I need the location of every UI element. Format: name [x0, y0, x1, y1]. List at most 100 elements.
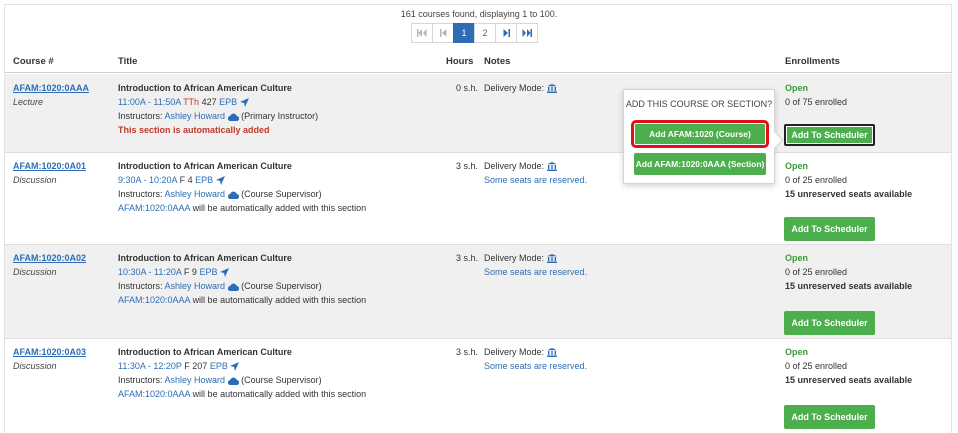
course-title: Introduction to African American Culture	[118, 347, 292, 357]
instructor-link[interactable]: Ashley Howard	[165, 189, 226, 199]
institution-icon[interactable]	[546, 162, 557, 171]
location-arrow-icon[interactable]	[215, 176, 225, 185]
instructor-role: (Primary Instructor)	[241, 111, 319, 121]
location-arrow-icon[interactable]	[230, 362, 240, 371]
enrollment-status: Open	[785, 161, 809, 171]
room-number: 427	[201, 97, 217, 107]
add-to-scheduler-button[interactable]: Add To Scheduler	[784, 217, 875, 241]
first-page-icon	[417, 29, 427, 37]
header-hours: Hours	[446, 56, 474, 67]
add-to-scheduler-button[interactable]: Add To Scheduler	[784, 405, 875, 429]
enrollment-status: Open	[785, 253, 809, 263]
cloud-icon[interactable]	[227, 191, 239, 199]
add-course-popover: ADD THIS COURSE OR SECTION? Add AFAM:102…	[623, 89, 784, 184]
meeting-days: F	[183, 267, 190, 277]
auto-added-note: This section is automatically added	[118, 125, 270, 135]
meeting-time: 10:30A - 11:20A F 9 EPB	[118, 265, 366, 279]
location-arrow-icon[interactable]	[219, 268, 229, 277]
instructors-label: Instructors:	[118, 189, 163, 199]
unreserved-seats: 15 unreserved seats available	[785, 375, 913, 385]
header-notes: Notes	[484, 56, 511, 67]
time-range: 9:30A - 10:20A	[118, 175, 178, 185]
meeting-time: 9:30A - 10:20A F 4 EPB	[118, 173, 366, 187]
building-link[interactable]: EPB	[199, 267, 217, 277]
last-page-icon	[522, 29, 532, 37]
instructors-label: Instructors:	[118, 111, 163, 121]
instructor-role: (Course Supervisor)	[241, 281, 322, 291]
enrolled-count: 0 of 25 enrolled	[785, 361, 848, 371]
prev-page-button[interactable]	[432, 23, 454, 43]
linked-note-text: will be automatically added with this se…	[192, 389, 367, 399]
reserved-seats-link[interactable]: Some seats are reserved.	[484, 265, 587, 279]
last-page-button[interactable]	[516, 23, 538, 43]
enrollment-status: Open	[785, 347, 809, 357]
add-course-button[interactable]: Add AFAM:1020 (Course)	[631, 120, 769, 148]
linked-section-link[interactable]: AFAM:1020:0AAA	[118, 203, 190, 213]
linked-section-note: AFAM:1020:0AAA will be automatically add…	[118, 387, 366, 401]
course-title: Introduction to African American Culture	[118, 253, 292, 263]
pagination: 1 2	[411, 23, 538, 43]
enrollment-cell: Open 0 of 25 enrolled 15 unreserved seat…	[785, 251, 912, 293]
delivery-mode-label: Delivery Mode:	[484, 161, 545, 171]
institution-icon[interactable]	[546, 84, 557, 93]
add-to-scheduler-button[interactable]: Add To Scheduler	[784, 124, 875, 146]
instructor-role: (Course Supervisor)	[241, 375, 322, 385]
building-link[interactable]: EPB	[219, 97, 237, 107]
time-range: 11:00A - 11:50A	[118, 97, 181, 107]
unreserved-seats: 15 unreserved seats available	[785, 281, 913, 291]
cloud-icon[interactable]	[227, 377, 239, 385]
course-number-link[interactable]: AFAM:1020:0A02	[13, 251, 86, 265]
header-course: Course #	[13, 56, 54, 67]
time-range: 11:30A - 12:20P	[118, 361, 182, 371]
credit-hours: 3 s.h.	[456, 253, 479, 263]
instructor-link[interactable]: Ashley Howard	[165, 375, 226, 385]
add-section-button[interactable]: Add AFAM:1020:0AAA (Section)	[634, 153, 766, 175]
delivery-mode-label: Delivery Mode:	[484, 347, 545, 357]
notes-cell: Delivery Mode:	[484, 81, 557, 95]
institution-icon[interactable]	[546, 348, 557, 357]
add-to-scheduler-button[interactable]: Add To Scheduler	[784, 311, 875, 335]
instructors-label: Instructors:	[118, 281, 163, 291]
enrolled-count: 0 of 25 enrolled	[785, 267, 848, 277]
section-type: Lecture	[13, 97, 44, 107]
institution-icon[interactable]	[546, 254, 557, 263]
credit-hours: 3 s.h.	[456, 347, 479, 357]
building-link[interactable]: EPB	[195, 175, 213, 185]
linked-section-link[interactable]: AFAM:1020:0AAA	[118, 389, 190, 399]
linked-note-text: will be automatically added with this se…	[192, 203, 367, 213]
course-number-link[interactable]: AFAM:1020:0A03	[13, 345, 86, 359]
table-row: AFAM:1020:0A03 Discussion Introduction t…	[5, 339, 951, 433]
instructor-link[interactable]: Ashley Howard	[165, 111, 226, 121]
meeting-days: TTh	[183, 97, 200, 107]
enrolled-count: 0 of 25 enrolled	[785, 175, 848, 185]
cloud-icon[interactable]	[227, 283, 239, 291]
linked-section-note: AFAM:1020:0AAA will be automatically add…	[118, 293, 366, 307]
meeting-days: F	[179, 175, 186, 185]
linked-note-text: will be automatically added with this se…	[192, 295, 367, 305]
results-summary: 161 courses found, displaying 1 to 100.	[400, 9, 558, 19]
instructors: Instructors: Ashley Howard (Course Super…	[118, 187, 366, 201]
course-number-link[interactable]: AFAM:1020:0AAA	[13, 81, 89, 95]
meeting-days: F	[184, 361, 190, 371]
instructor-link[interactable]: Ashley Howard	[165, 281, 226, 291]
instructor-role: (Course Supervisor)	[241, 189, 322, 199]
reserved-seats-link[interactable]: Some seats are reserved.	[484, 359, 587, 373]
location-arrow-icon[interactable]	[239, 98, 249, 107]
first-page-button[interactable]	[411, 23, 433, 43]
cloud-icon[interactable]	[227, 113, 239, 121]
meeting-time: 11:00A - 11:50A TTh 427 EPB	[118, 95, 318, 109]
next-page-button[interactable]	[495, 23, 517, 43]
course-number-link[interactable]: AFAM:1020:0A01	[13, 159, 86, 173]
unreserved-seats: 15 unreserved seats available	[785, 189, 913, 199]
room-number: 9	[191, 267, 197, 277]
instructors-label: Instructors:	[118, 375, 163, 385]
linked-section-link[interactable]: AFAM:1020:0AAA	[118, 295, 190, 305]
reserved-seats-link[interactable]: Some seats are reserved.	[484, 173, 587, 187]
page-1-button[interactable]: 1	[453, 23, 475, 43]
course-title: Introduction to African American Culture	[118, 83, 292, 93]
building-link[interactable]: EPB	[210, 361, 228, 371]
page-2-button[interactable]: 2	[474, 23, 496, 43]
results-panel: 161 courses found, displaying 1 to 100. …	[4, 4, 952, 433]
room-number: 207	[192, 361, 208, 371]
next-page-icon	[503, 29, 510, 37]
